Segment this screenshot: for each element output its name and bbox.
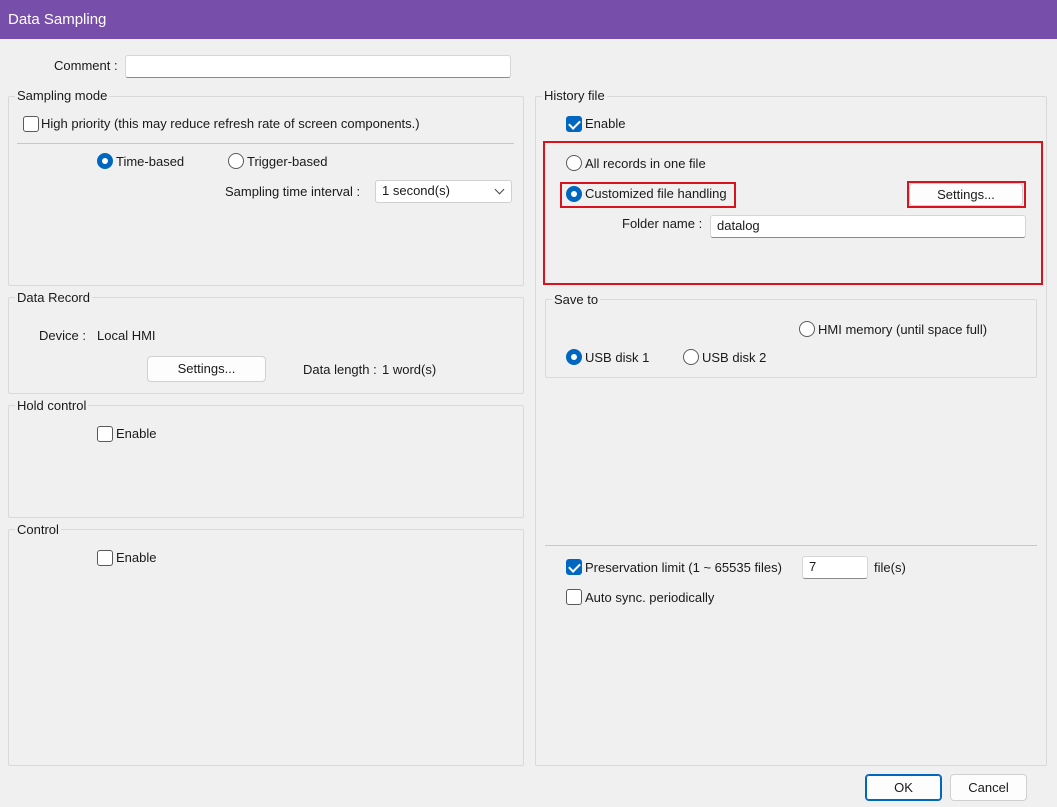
control-title: Control: [15, 522, 61, 537]
ok-button[interactable]: OK: [865, 774, 942, 801]
preservation-limit-checkbox[interactable]: [566, 559, 582, 575]
trigger-based-label: Trigger-based: [247, 154, 328, 169]
high-priority-label: High priority (this may reduce refresh r…: [41, 116, 420, 131]
hold-control-enable-label: Enable: [116, 426, 157, 441]
usb-disk-2-radio[interactable]: [683, 349, 699, 365]
window-title: Data Sampling: [0, 0, 1057, 39]
history-enable-checkbox[interactable]: [566, 116, 582, 132]
save-to-group: [545, 299, 1037, 378]
interval-value: 1 second(s): [382, 183, 450, 198]
data-record-settings-button[interactable]: Settings...: [147, 356, 266, 382]
usb-disk-1-label: USB disk 1: [585, 350, 650, 365]
all-records-label: All records in one file: [585, 156, 706, 171]
trigger-based-radio[interactable]: [228, 153, 244, 169]
control-group: [8, 529, 524, 766]
data-record-title: Data Record: [15, 290, 92, 305]
history-file-title: History file: [542, 88, 607, 103]
comment-label: Comment :: [54, 58, 118, 73]
folder-name-label: Folder name :: [622, 216, 703, 231]
sampling-mode-title: Sampling mode: [15, 88, 110, 103]
interval-label: Sampling time interval :: [225, 184, 361, 199]
data-length-value: 1 word(s): [382, 362, 437, 377]
customized-file-radio[interactable]: [566, 186, 582, 202]
save-to-title: Save to: [552, 292, 601, 307]
customized-file-label: Customized file handling: [585, 186, 727, 201]
control-enable-label: Enable: [116, 550, 157, 565]
highlight-box-settings: [907, 181, 1026, 208]
interval-select[interactable]: 1 second(s): [375, 180, 512, 203]
auto-sync-checkbox[interactable]: [566, 589, 582, 605]
folder-name-input[interactable]: datalog: [710, 215, 1026, 238]
chevron-down-icon: [494, 184, 505, 195]
cancel-button[interactable]: Cancel: [950, 774, 1027, 801]
high-priority-checkbox[interactable]: [23, 116, 39, 132]
hold-control-enable-checkbox[interactable]: [97, 426, 113, 442]
usb-disk-2-label: USB disk 2: [702, 350, 767, 365]
hold-control-title: Hold control: [15, 398, 89, 413]
usb-disk-1-radio[interactable]: [566, 349, 582, 365]
data-length-label: Data length :: [303, 362, 377, 377]
control-enable-checkbox[interactable]: [97, 550, 113, 566]
preservation-limit-input[interactable]: 7: [802, 556, 868, 579]
all-records-radio[interactable]: [566, 155, 582, 171]
hmi-memory-radio[interactable]: [799, 321, 815, 337]
data-record-group: [8, 297, 524, 394]
history-enable-label: Enable: [585, 116, 626, 131]
separator: [17, 143, 514, 144]
auto-sync-label: Auto sync. periodically: [585, 590, 715, 605]
device-value: Local HMI: [97, 328, 156, 343]
hmi-memory-label: HMI memory (until space full): [818, 322, 988, 337]
time-based-radio[interactable]: [97, 153, 113, 169]
device-label: Device :: [39, 328, 86, 343]
preservation-unit-label: file(s): [874, 560, 906, 575]
hold-control-group: [8, 405, 524, 518]
comment-input[interactable]: [125, 55, 511, 78]
time-based-label: Time-based: [116, 154, 185, 169]
separator: [545, 545, 1037, 546]
preservation-limit-label: Preservation limit (1 ~ 65535 files): [585, 560, 782, 575]
